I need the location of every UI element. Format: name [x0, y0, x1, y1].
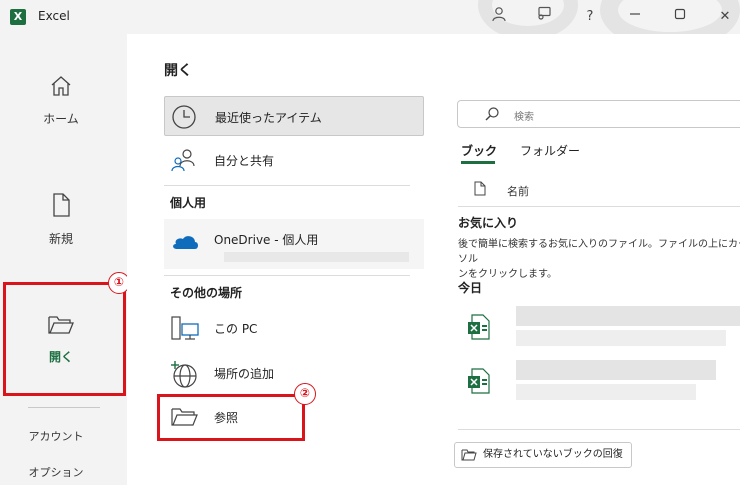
- favorites-description: 後で簡単に検索するお気に入りのファイル。ファイルの上にカーソル ンをクリックしま…: [458, 239, 740, 280]
- blurred-file-path: [516, 330, 726, 346]
- location-recent-label: 最近使ったアイテム: [215, 111, 322, 125]
- page-title: 開く: [164, 63, 192, 79]
- highlight-box-browse: [157, 394, 305, 441]
- nav-home-label: ホーム: [43, 112, 79, 126]
- search-box[interactable]: 検索: [457, 100, 740, 128]
- tab-active-indicator: [461, 161, 495, 164]
- blurred-file-name: [516, 360, 716, 380]
- tab-books[interactable]: ブック: [461, 142, 497, 159]
- excel-app-icon: X: [10, 9, 26, 25]
- blurred-file-path: [516, 384, 696, 400]
- divider: [458, 206, 740, 207]
- help-icon[interactable]: ?: [577, 6, 603, 28]
- left-nav: ホーム 新規 開く ① アカウント オプション: [0, 34, 130, 485]
- today-heading: 今日: [458, 281, 483, 295]
- location-shared[interactable]: 自分と共有: [164, 140, 424, 180]
- tab-folders[interactable]: フォルダー: [520, 142, 580, 159]
- annotation-badge-2: ②: [294, 383, 316, 405]
- onedrive-cloud-icon: [170, 231, 200, 255]
- maximize-icon[interactable]: [667, 6, 693, 28]
- recover-unsaved-label: 保存されていないブックの回復: [483, 449, 623, 460]
- file-column-icon: [474, 181, 486, 200]
- blurred-file-name: [516, 306, 740, 326]
- divider: [164, 275, 410, 276]
- folder-icon: [461, 448, 477, 472]
- computer-icon: [170, 315, 200, 347]
- location-shared-label: 自分と共有: [214, 154, 275, 168]
- feedback-icon[interactable]: [531, 6, 557, 28]
- shared-people-icon: [170, 147, 198, 177]
- app-title: Excel: [38, 9, 70, 23]
- home-icon: [0, 74, 122, 102]
- list-item[interactable]: [458, 356, 740, 408]
- list-item[interactable]: [458, 302, 740, 354]
- new-file-icon: [0, 192, 122, 222]
- divider: [458, 429, 740, 430]
- location-this-pc[interactable]: この PC: [164, 308, 424, 348]
- nav-divider: [28, 407, 100, 408]
- main-panel: 開く 最近使ったアイテム 自分と共有 個人用 OneDrive - 個人用 その…: [127, 34, 740, 485]
- highlight-box-open: [3, 282, 126, 396]
- column-header-name[interactable]: 名前: [507, 183, 529, 199]
- excel-file-icon: [468, 368, 490, 394]
- nav-new-label: 新規: [48, 232, 73, 246]
- user-icon[interactable]: [486, 6, 512, 28]
- onedrive-email-blurred: [224, 252, 409, 262]
- divider: [164, 185, 410, 186]
- globe-add-icon: [170, 360, 200, 392]
- section-personal: 個人用: [170, 196, 207, 210]
- nav-new[interactable]: 新規: [0, 192, 122, 247]
- favorites-heading: お気に入り: [458, 216, 519, 230]
- nav-account[interactable]: アカウント: [0, 428, 112, 444]
- title-bar: X Excel ? ✕: [0, 0, 740, 50]
- location-add-place-label: 場所の追加: [214, 367, 275, 381]
- search-icon: [484, 106, 500, 126]
- search-placeholder: 検索: [514, 112, 534, 123]
- location-add-place[interactable]: 場所の追加: [164, 353, 424, 393]
- close-icon[interactable]: ✕: [712, 6, 738, 28]
- section-other-places: その他の場所: [170, 286, 243, 300]
- location-recent[interactable]: 最近使ったアイテム: [164, 96, 424, 136]
- minimize-icon[interactable]: [622, 6, 648, 28]
- nav-options[interactable]: オプション: [0, 464, 112, 480]
- location-onedrive-label: OneDrive - 個人用: [214, 233, 319, 247]
- nav-home[interactable]: ホーム: [0, 74, 122, 127]
- location-onedrive[interactable]: OneDrive - 個人用: [164, 219, 424, 269]
- recover-unsaved-button[interactable]: 保存されていないブックの回復: [454, 442, 632, 468]
- excel-file-icon: [468, 314, 490, 340]
- location-this-pc-label: この PC: [214, 322, 258, 336]
- clock-icon: [171, 104, 197, 134]
